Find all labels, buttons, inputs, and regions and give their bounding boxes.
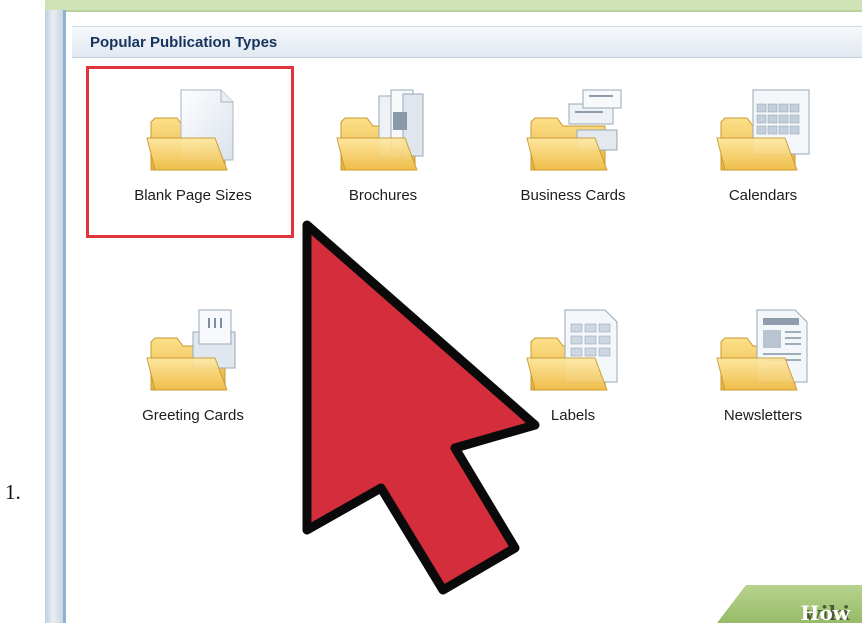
pointer-arrow-icon [302,220,540,595]
publisher-window: Popular Publication Types Blank Page Siz… [45,0,862,623]
list-step-number: 1. [5,480,21,504]
watermark-how-text: How [800,601,850,623]
